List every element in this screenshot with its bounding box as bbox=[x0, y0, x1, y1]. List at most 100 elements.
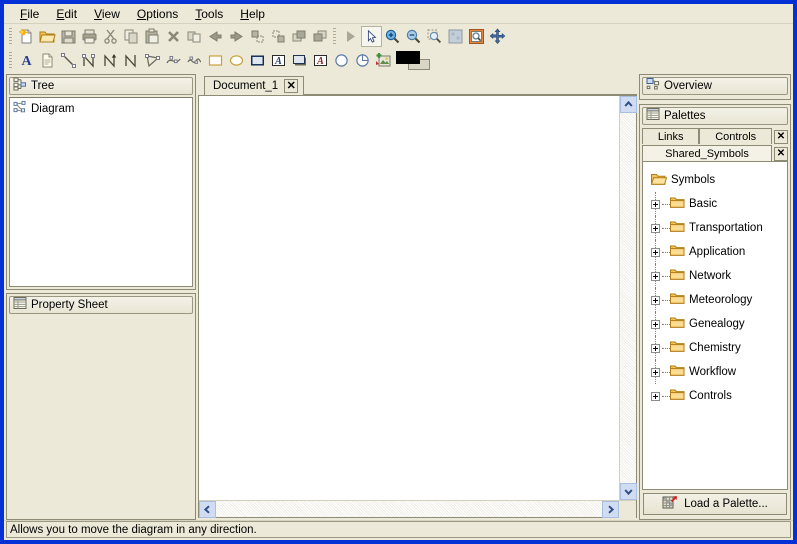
line-tool-icon[interactable] bbox=[58, 50, 79, 71]
send-to-back-icon[interactable] bbox=[310, 26, 331, 47]
group-icon[interactable] bbox=[247, 26, 268, 47]
expander-icon[interactable] bbox=[651, 392, 660, 401]
redo-icon[interactable] bbox=[226, 26, 247, 47]
symbols-tree-item-network[interactable]: Network bbox=[643, 264, 787, 288]
orthogonal-line-tool-icon[interactable] bbox=[100, 50, 121, 71]
symbols-tree-item-meteorology[interactable]: Meteorology bbox=[643, 288, 787, 312]
toolbar-grip-2[interactable] bbox=[333, 28, 336, 44]
scroll-up-button[interactable] bbox=[620, 96, 637, 113]
property-sheet-header[interactable]: Property Sheet bbox=[9, 296, 193, 314]
canvas-vscroll-track[interactable] bbox=[620, 113, 636, 483]
open-folder-icon[interactable] bbox=[37, 26, 58, 47]
expander-icon[interactable] bbox=[651, 296, 660, 305]
select-arrow-icon[interactable] bbox=[361, 26, 382, 47]
new-document-icon[interactable] bbox=[16, 26, 37, 47]
tree-item-diagram[interactable]: Diagram bbox=[10, 98, 192, 119]
diagram-canvas[interactable] bbox=[199, 96, 619, 500]
symbols-tree[interactable]: Symbols Basic bbox=[642, 161, 788, 490]
paste-icon[interactable] bbox=[142, 26, 163, 47]
duplicate-icon[interactable] bbox=[184, 26, 205, 47]
bring-to-front-icon[interactable] bbox=[289, 26, 310, 47]
expander-icon[interactable] bbox=[651, 200, 660, 209]
menu-edit[interactable]: Edit bbox=[48, 5, 86, 23]
scroll-left-button[interactable] bbox=[199, 501, 216, 518]
ellipse-tool-icon[interactable] bbox=[226, 50, 247, 71]
menu-help[interactable]: Help bbox=[232, 5, 274, 23]
zoom-page-icon[interactable] bbox=[466, 26, 487, 47]
symbols-tree-item-application-label: Application bbox=[689, 246, 745, 258]
palette-tab-links[interactable]: Links bbox=[642, 128, 699, 144]
canvas-frame bbox=[198, 95, 637, 518]
arrow-line-tool-icon[interactable] bbox=[121, 50, 142, 71]
cut-icon[interactable] bbox=[100, 26, 121, 47]
expander-icon[interactable] bbox=[651, 344, 660, 353]
tree-panel-header[interactable]: Tree bbox=[9, 77, 193, 95]
scroll-down-button[interactable] bbox=[620, 483, 637, 500]
expander-icon[interactable] bbox=[651, 248, 660, 257]
svg-text:A: A bbox=[274, 56, 282, 67]
polyline-tool-icon[interactable] bbox=[79, 50, 100, 71]
ungroup-icon[interactable] bbox=[268, 26, 289, 47]
symbols-tree-item-controls[interactable]: Controls bbox=[643, 384, 787, 408]
filled-rectangle-tool-icon[interactable] bbox=[247, 50, 268, 71]
expander-icon[interactable] bbox=[651, 224, 660, 233]
scroll-right-button[interactable] bbox=[602, 501, 619, 518]
canvas-vertical-scrollbar[interactable] bbox=[619, 96, 636, 500]
expander-icon[interactable] bbox=[651, 272, 660, 281]
undo-icon[interactable] bbox=[205, 26, 226, 47]
pie-tool-icon[interactable] bbox=[352, 50, 373, 71]
expander-icon[interactable] bbox=[651, 320, 660, 329]
circle-tool-icon[interactable] bbox=[331, 50, 352, 71]
image-tool-icon[interactable] bbox=[373, 50, 394, 71]
palette-tab-row-2: Shared_Symbols ✕ bbox=[642, 144, 788, 161]
canvas-horizontal-scrollbar[interactable] bbox=[199, 500, 636, 517]
symbols-tree-item-transportation[interactable]: Transportation bbox=[643, 216, 787, 240]
pan-move-icon[interactable] bbox=[487, 26, 508, 47]
foreground-color-swatch[interactable] bbox=[396, 51, 420, 64]
zoom-out-icon[interactable] bbox=[403, 26, 424, 47]
zoom-fit-icon[interactable] bbox=[445, 26, 466, 47]
symbols-tree-item-genealogy[interactable]: Genealogy bbox=[643, 312, 787, 336]
spline-tool-icon[interactable] bbox=[184, 50, 205, 71]
color-swatch[interactable] bbox=[396, 51, 430, 70]
expander-icon[interactable] bbox=[651, 368, 660, 377]
symbols-tree-root[interactable]: Symbols bbox=[643, 168, 787, 192]
play-icon[interactable] bbox=[340, 26, 361, 47]
text-tool-icon[interactable]: A bbox=[16, 50, 37, 71]
palette-tab-row-2-close-icon[interactable]: ✕ bbox=[774, 147, 788, 161]
tree-panel-body[interactable]: Diagram bbox=[9, 97, 193, 287]
italic-text-box-tool-icon[interactable]: A bbox=[310, 50, 331, 71]
save-icon[interactable] bbox=[58, 26, 79, 47]
document-tab-document-1[interactable]: Document_1 ✕ bbox=[204, 76, 304, 95]
zoom-area-icon[interactable] bbox=[424, 26, 445, 47]
shadow-box-tool-icon[interactable] bbox=[289, 50, 310, 71]
rectangle-tool-icon[interactable] bbox=[205, 50, 226, 71]
polygon-tool-icon[interactable] bbox=[142, 50, 163, 71]
zoom-in-icon[interactable] bbox=[382, 26, 403, 47]
palette-tab-row-1-close-icon[interactable]: ✕ bbox=[774, 130, 788, 144]
text-box-tool-icon[interactable]: A bbox=[268, 50, 289, 71]
draw-toolbar-grip[interactable] bbox=[9, 52, 12, 68]
symbols-tree-item-chemistry[interactable]: Chemistry bbox=[643, 336, 787, 360]
copy-icon[interactable] bbox=[121, 26, 142, 47]
print-icon[interactable] bbox=[79, 26, 100, 47]
menu-options[interactable]: Options bbox=[129, 5, 187, 23]
canvas-hscroll-track[interactable] bbox=[216, 501, 602, 517]
delete-icon[interactable] bbox=[163, 26, 184, 47]
palettes-panel-header[interactable]: Palettes bbox=[642, 107, 788, 125]
menu-view[interactable]: View bbox=[86, 5, 129, 23]
palette-tab-controls[interactable]: Controls bbox=[699, 128, 772, 144]
toolbar-grip[interactable] bbox=[9, 28, 12, 44]
menu-tools[interactable]: Tools bbox=[187, 5, 232, 23]
menu-file[interactable]: File bbox=[12, 5, 48, 23]
note-tool-icon[interactable] bbox=[37, 50, 58, 71]
property-sheet-body[interactable] bbox=[9, 316, 193, 517]
overview-panel-header[interactable]: Overview bbox=[642, 77, 788, 95]
symbols-tree-item-application[interactable]: Application bbox=[643, 240, 787, 264]
palette-tab-shared-symbols[interactable]: Shared_Symbols bbox=[642, 145, 772, 161]
bezier-tool-icon[interactable] bbox=[163, 50, 184, 71]
symbols-tree-item-basic[interactable]: Basic bbox=[643, 192, 787, 216]
load-palette-button[interactable]: Load a Palette... bbox=[643, 493, 787, 515]
symbols-tree-item-workflow[interactable]: Workflow bbox=[643, 360, 787, 384]
document-tab-close-icon[interactable]: ✕ bbox=[284, 79, 298, 93]
